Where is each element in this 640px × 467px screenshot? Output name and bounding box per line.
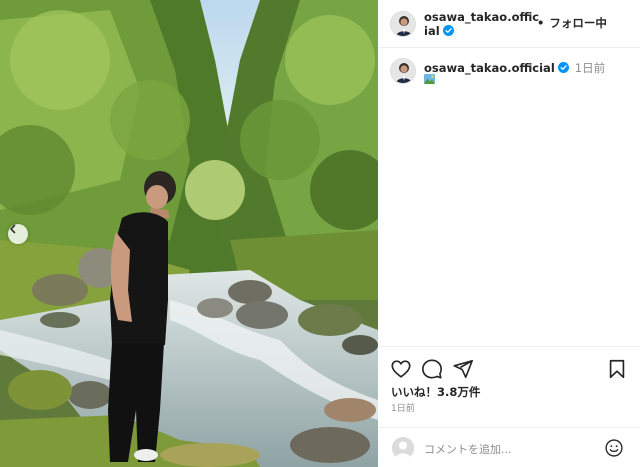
- following-button[interactable]: フォロー中: [549, 16, 607, 30]
- share-icon[interactable]: [452, 358, 474, 380]
- likes-count[interactable]: いいね！3.8万件: [391, 384, 480, 400]
- avatar: [392, 437, 414, 459]
- follow-status: • フォロー中: [537, 15, 607, 31]
- caption-line: osawa_takao.official 1日前: [424, 60, 605, 76]
- avatar[interactable]: [390, 58, 416, 84]
- profile-photo-icon: [391, 12, 415, 36]
- post-time-ago[interactable]: 1日前: [391, 401, 415, 414]
- avatar[interactable]: [390, 11, 416, 37]
- profile-photo-icon: [391, 59, 415, 83]
- header-username[interactable]: osawa_takao.official: [424, 10, 539, 38]
- bookmark-icon[interactable]: [606, 358, 628, 380]
- post-side-panel: osawa_takao.official • フォロー中 osawa_takao.…: [378, 0, 640, 467]
- caption-time[interactable]: 1日前: [575, 61, 605, 75]
- verified-badge-icon: [442, 25, 454, 36]
- post-header: osawa_takao.official • フォロー中: [378, 0, 640, 48]
- chevron-left-icon: [10, 224, 16, 234]
- post-actions: いいね！3.8万件 1日前: [378, 346, 640, 467]
- comment-icon[interactable]: [421, 358, 443, 380]
- post-photo[interactable]: [0, 0, 378, 467]
- carousel-prev-button[interactable]: [8, 224, 28, 244]
- river-gorge-image: [0, 0, 378, 467]
- default-avatar-icon: [392, 437, 414, 459]
- separator-dot: •: [537, 16, 545, 30]
- action-icon-row: [390, 358, 628, 380]
- verified-badge-icon: [557, 62, 569, 73]
- header-username-block[interactable]: osawa_takao.official: [424, 10, 540, 38]
- smiley-icon[interactable]: [604, 438, 624, 458]
- heart-icon[interactable]: [390, 358, 412, 380]
- comment-bar: [378, 427, 640, 467]
- landscape-emoji-icon: [424, 74, 435, 84]
- comment-input[interactable]: [424, 440, 594, 458]
- caption-username[interactable]: osawa_takao.official: [424, 61, 555, 75]
